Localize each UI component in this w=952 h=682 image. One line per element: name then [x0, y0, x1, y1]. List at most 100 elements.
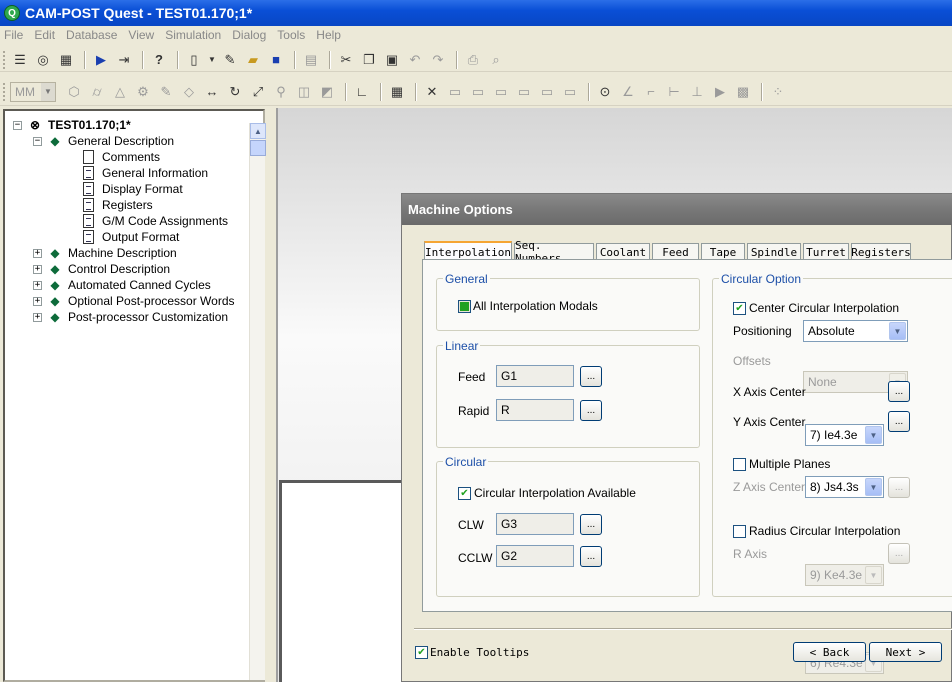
view-left-icon[interactable]: ▭: [491, 82, 511, 102]
window-title-bar[interactable]: Q CAM-POST Quest - TEST01.170;1*: [0, 0, 952, 26]
view-iso-icon[interactable]: ▭: [560, 82, 580, 102]
print-preview-icon[interactable]: ⌕: [486, 50, 506, 70]
multiple-planes-checkbox[interactable]: [733, 458, 746, 471]
tree-item-general-information[interactable]: General Information: [83, 165, 208, 181]
radius-circular-checkbox[interactable]: [733, 525, 746, 538]
y-axis-center-select[interactable]: 8) Js4.3s ▼: [805, 476, 884, 498]
pan-icon[interactable]: ↔: [202, 82, 222, 102]
tree-item-customization[interactable]: + ◆ Post-processor Customization: [33, 309, 228, 325]
expand-icon[interactable]: +: [33, 296, 42, 306]
open-folder-icon[interactable]: ▰: [243, 50, 263, 70]
tab-spindle[interactable]: Spindle: [747, 243, 801, 260]
eraser-icon[interactable]: ◇: [179, 82, 199, 102]
motion-icon[interactable]: ⊥: [687, 82, 707, 102]
all-modals-checkbox[interactable]: [458, 300, 471, 313]
save-icon[interactable]: ■: [266, 50, 286, 70]
tree-item-registers[interactable]: Registers: [83, 197, 153, 213]
cube-icon[interactable]: ⬡: [64, 82, 84, 102]
tree-item-display-format[interactable]: Display Format: [83, 181, 183, 197]
next-button[interactable]: Next >: [869, 642, 942, 662]
run-icon[interactable]: ▶: [91, 50, 111, 70]
axis-icon[interactable]: ∟: [352, 82, 372, 102]
tree-item-gm-code-assignments[interactable]: G/M Code Assignments: [83, 213, 228, 229]
shade-icon[interactable]: ◩: [317, 82, 337, 102]
settings-icon[interactable]: ⁘: [768, 82, 788, 102]
expand-icon[interactable]: +: [33, 264, 42, 274]
tree-item-control-description[interactable]: + ◆ Control Description: [33, 261, 170, 277]
view-top-icon[interactable]: ▭: [537, 82, 557, 102]
tree-item-comments[interactable]: Comments: [83, 149, 160, 165]
new-file-icon[interactable]: ▯: [184, 50, 204, 70]
print-setup-icon[interactable]: ▤: [301, 50, 321, 70]
menu-file[interactable]: File: [4, 28, 23, 42]
view-back-icon[interactable]: ▭: [468, 82, 488, 102]
scroll-thumb[interactable]: [250, 140, 266, 156]
tree-root[interactable]: − ⊗ TEST01.170;1*: [13, 117, 131, 133]
center-circular-checkbox[interactable]: ✔: [733, 302, 746, 315]
tree-item-output-format[interactable]: Output Format: [83, 229, 179, 245]
rotate-icon[interactable]: ↻: [225, 82, 245, 102]
toolbar-grip[interactable]: [3, 82, 6, 101]
units-select[interactable]: MM ▼: [10, 81, 56, 102]
print-icon[interactable]: ⎙: [463, 50, 483, 70]
expand-icon[interactable]: +: [33, 248, 42, 258]
positioning-select[interactable]: Absolute ▼: [803, 320, 908, 342]
grid-icon[interactable]: ▦: [387, 82, 407, 102]
collapse-icon[interactable]: −: [13, 120, 22, 130]
tree-item-optional-words[interactable]: + ◆ Optional Post-processor Words: [33, 293, 235, 309]
view-front-icon[interactable]: ▭: [445, 82, 465, 102]
menu-help[interactable]: Help: [316, 28, 341, 42]
output-pane[interactable]: [279, 480, 409, 682]
x-axis-center-select[interactable]: 7) Ie4.3e ▼: [805, 424, 884, 446]
toolbar-grip[interactable]: [3, 50, 6, 69]
feed-browse-button[interactable]: ...: [580, 366, 602, 387]
view-right-icon[interactable]: ▭: [514, 82, 534, 102]
feed-field[interactable]: G1: [496, 365, 574, 387]
tool-icon[interactable]: ⌐: [641, 82, 661, 102]
x-axis-browse-button[interactable]: ...: [888, 381, 910, 402]
menu-dialog[interactable]: Dialog: [232, 28, 266, 42]
tree-item-general-description[interactable]: − ◆ General Description: [33, 133, 174, 149]
back-button[interactable]: < Back: [793, 642, 866, 662]
tab-registers[interactable]: Registers: [851, 243, 911, 260]
menu-view[interactable]: View: [128, 28, 154, 42]
help-icon[interactable]: ?: [149, 50, 169, 70]
clw-field[interactable]: G3: [496, 513, 574, 535]
menu-edit[interactable]: Edit: [34, 28, 55, 42]
binoculars-icon[interactable]: ◎: [33, 50, 53, 70]
pencil-icon[interactable]: ✎: [156, 82, 176, 102]
cut-icon[interactable]: ✂: [336, 50, 356, 70]
cclw-field[interactable]: G2: [496, 545, 574, 567]
gear-icon[interactable]: ⚙: [133, 82, 153, 102]
collapse-icon[interactable]: −: [33, 136, 42, 146]
copy-icon[interactable]: ❐: [359, 50, 379, 70]
cone-icon[interactable]: △: [110, 82, 130, 102]
cclw-browse-button[interactable]: ...: [580, 546, 602, 567]
tab-seq-numbers[interactable]: Seq. Numbers: [514, 239, 594, 265]
tree-scrollbar[interactable]: ▲: [249, 123, 266, 680]
tree-item-automated-canned-cycles[interactable]: + ◆ Automated Canned Cycles: [33, 277, 211, 293]
calculator-icon[interactable]: ▦: [56, 50, 76, 70]
enable-tooltips-checkbox[interactable]: ✔: [415, 646, 428, 659]
edit-file-icon[interactable]: ✎: [220, 50, 240, 70]
tab-turret[interactable]: Turret: [803, 243, 849, 260]
machine-icon[interactable]: ▩: [733, 82, 753, 102]
dialog-title-bar[interactable]: Machine Options: [402, 194, 952, 225]
fit-icon[interactable]: ✕: [422, 82, 442, 102]
undo-icon[interactable]: ↶: [405, 50, 425, 70]
pin-icon[interactable]: ⚲: [271, 82, 291, 102]
tab-tape[interactable]: Tape: [701, 243, 745, 260]
angle-icon[interactable]: ∠: [618, 82, 638, 102]
clw-browse-button[interactable]: ...: [580, 514, 602, 535]
chevron-down-icon[interactable]: ▼: [207, 50, 217, 70]
simulate-icon[interactable]: ▶: [710, 82, 730, 102]
rapid-field[interactable]: R: [496, 399, 574, 421]
box-icon[interactable]: ◫: [294, 82, 314, 102]
menu-tools[interactable]: Tools: [277, 28, 305, 42]
tab-interpolation[interactable]: Interpolation: [424, 241, 512, 261]
path-icon[interactable]: ⊢: [664, 82, 684, 102]
tab-coolant[interactable]: Coolant: [596, 243, 650, 260]
expand-icon[interactable]: +: [33, 280, 42, 290]
tree-item-machine-description[interactable]: + ◆ Machine Description: [33, 245, 177, 261]
target-icon[interactable]: ⊙: [595, 82, 615, 102]
